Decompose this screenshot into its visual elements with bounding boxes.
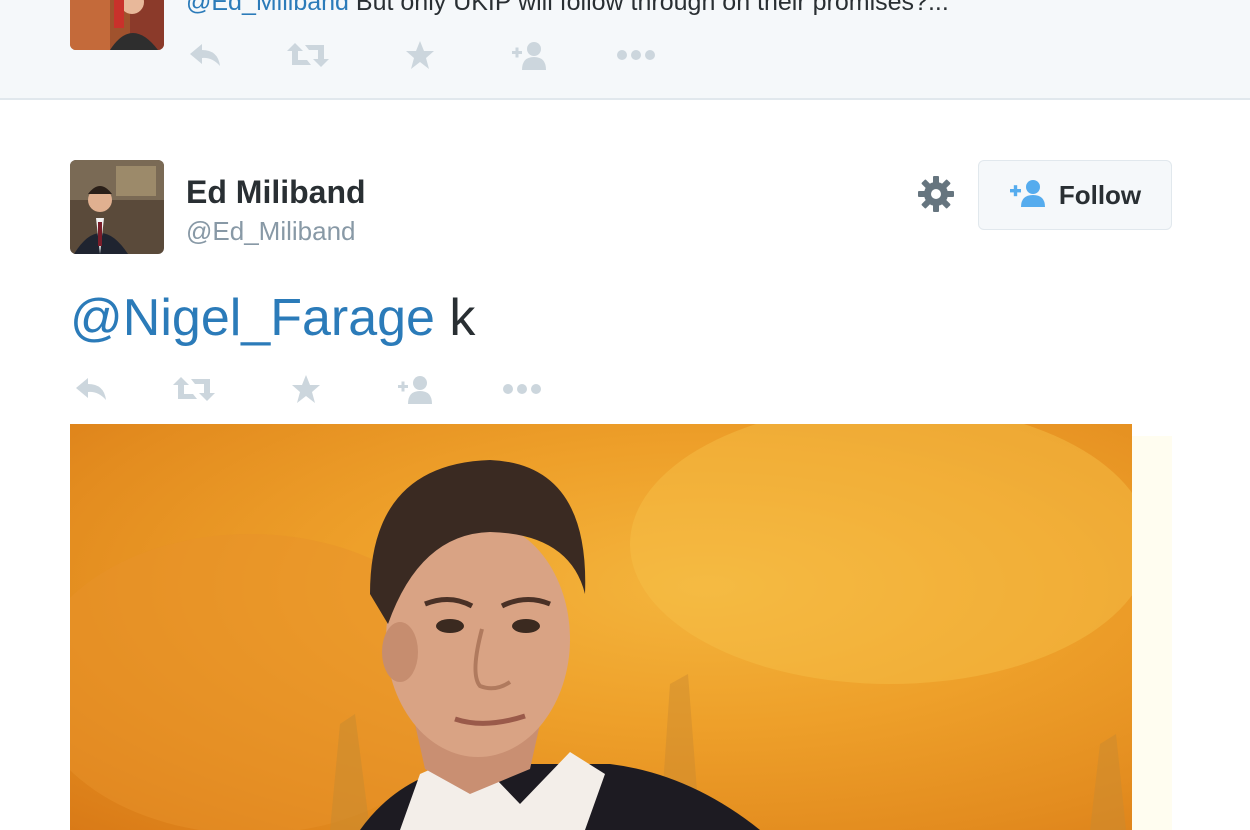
previous-tweet-actions xyxy=(186,38,686,72)
follow-icon[interactable] xyxy=(394,372,438,406)
tweet-photo[interactable] xyxy=(70,424,1132,830)
previous-tweet-avatar[interactable] xyxy=(70,0,164,50)
tweet-text: @Nigel_Farage k xyxy=(70,288,475,348)
reply-icon[interactable] xyxy=(186,38,224,72)
tweet-body: k xyxy=(434,289,476,347)
media-border xyxy=(1132,436,1172,830)
author-handle[interactable]: @Ed_Miliband xyxy=(186,216,355,247)
tweet-actions xyxy=(72,372,572,406)
retweet-icon[interactable] xyxy=(286,38,330,72)
more-icon[interactable] xyxy=(500,372,544,406)
more-icon[interactable] xyxy=(614,38,658,72)
follow-user-icon xyxy=(1009,179,1047,212)
favorite-icon[interactable] xyxy=(288,372,324,406)
follow-icon[interactable] xyxy=(508,38,552,72)
author-avatar[interactable] xyxy=(70,160,164,254)
author-name[interactable]: Ed Miliband xyxy=(186,174,366,211)
tweet-mention[interactable]: @Nigel_Farage xyxy=(70,289,435,347)
previous-tweet-text: @Ed_Miliband But only UKIP will follow t… xyxy=(186,0,949,17)
follow-button[interactable]: Follow xyxy=(978,160,1172,230)
previous-tweet-mention[interactable]: @Ed_Miliband xyxy=(186,0,349,16)
reply-icon[interactable] xyxy=(72,372,110,406)
retweet-icon[interactable] xyxy=(172,372,216,406)
previous-tweet: @Ed_Miliband But only UKIP will follow t… xyxy=(0,0,1250,100)
gear-icon[interactable] xyxy=(916,174,956,214)
follow-button-label: Follow xyxy=(1058,179,1142,210)
previous-tweet-body: But only UKIP will follow through on the… xyxy=(348,0,949,16)
favorite-icon[interactable] xyxy=(402,38,438,72)
